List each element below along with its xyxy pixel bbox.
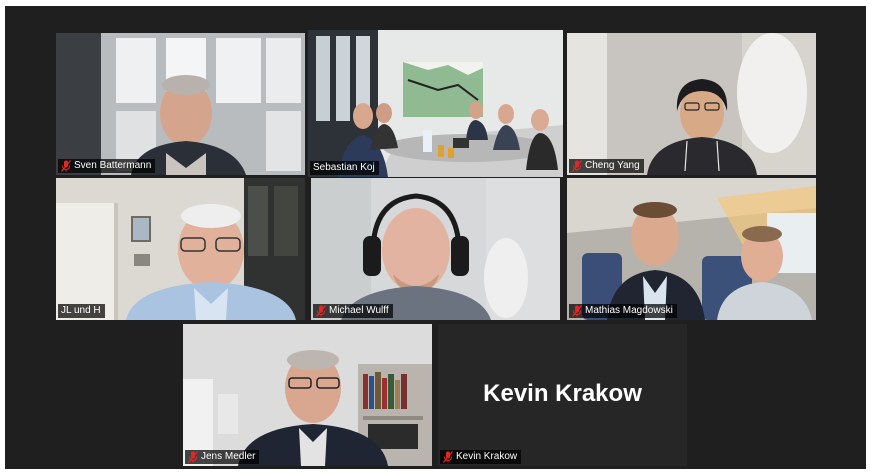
participant-video (567, 178, 816, 320)
muted-microphone-icon (572, 160, 582, 172)
participant-name: Jens Medler (201, 451, 256, 462)
participant-video (56, 33, 305, 175)
muted-microphone-icon (188, 451, 198, 463)
participant-tile-kevin-krakow[interactable]: Kevin Krakow Kevin Krakow (438, 324, 687, 466)
participant-video (56, 178, 305, 320)
participant-name: Michael Wulff (329, 305, 389, 316)
participant-video (308, 30, 563, 177)
participant-display-name: Kevin Krakow (483, 380, 642, 407)
participant-name: Mathias Magdowski (585, 305, 673, 316)
participant-tile-jens-medler[interactable]: Jens Medler (183, 324, 432, 466)
participant-name: JL und H (61, 305, 101, 316)
participant-tile-mathias-magdowski[interactable]: Mathias Magdowski (567, 178, 816, 320)
participant-nameplate: Jens Medler (185, 450, 260, 464)
muted-microphone-icon (316, 305, 326, 317)
participant-nameplate: Kevin Krakow (440, 450, 522, 464)
muted-microphone-icon (61, 160, 71, 172)
participant-tile-sebastian-koj[interactable]: Sebastian Koj (308, 30, 563, 177)
video-gallery: Sven Battermann Sebastian Koj Cheng Yang… (5, 6, 866, 469)
participant-tile-sven-battermann[interactable]: Sven Battermann (56, 33, 305, 175)
muted-microphone-icon (443, 451, 453, 463)
participant-video (311, 178, 560, 320)
participant-name: Kevin Krakow (456, 451, 518, 462)
participant-nameplate: Sebastian Koj (310, 161, 379, 175)
participant-video (567, 33, 816, 175)
muted-microphone-icon (572, 305, 582, 317)
participant-nameplate: Mathias Magdowski (569, 304, 677, 318)
participant-nameplate: JL und H (58, 304, 105, 318)
participant-name: Sebastian Koj (313, 162, 375, 173)
participant-nameplate: Cheng Yang (569, 159, 644, 173)
participant-tile-michael-wulff[interactable]: Michael Wulff (311, 178, 560, 320)
participant-nameplate: Sven Battermann (58, 159, 156, 173)
participant-video (183, 324, 432, 466)
participant-name: Sven Battermann (74, 160, 152, 171)
participant-tile-jl-und-h[interactable]: JL und H (56, 178, 305, 320)
participant-nameplate: Michael Wulff (313, 304, 393, 318)
participant-name: Cheng Yang (585, 160, 640, 171)
participant-tile-cheng-yang[interactable]: Cheng Yang (567, 33, 816, 175)
